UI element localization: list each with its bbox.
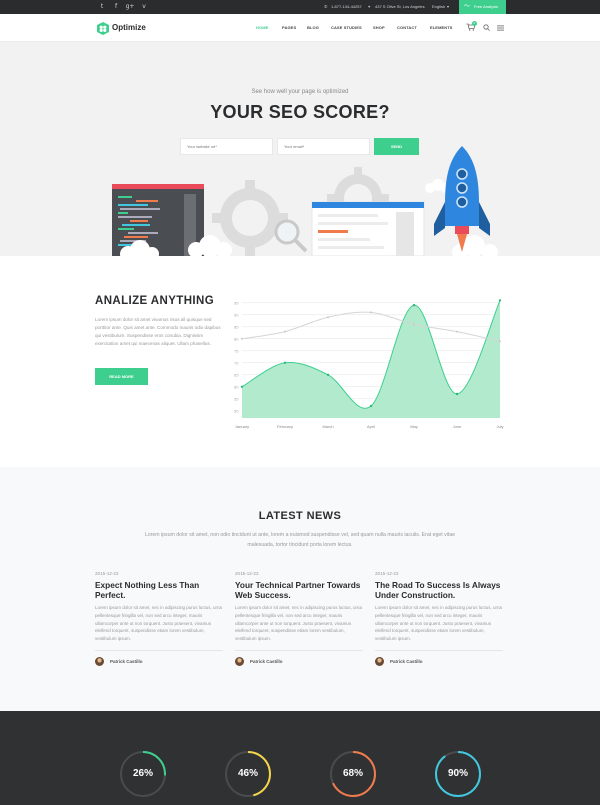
post-excerpt: Lorem ipsum dolor sit amet, nec in adipi… [375, 605, 503, 642]
post-author: Patrick Castillo [95, 657, 223, 667]
stat-value: 90% [447, 768, 468, 779]
y-tick-label: 50 [234, 408, 239, 413]
series-1-point [413, 323, 415, 326]
divider [95, 649, 223, 651]
news-post: 2015-12-22 Your Technical Partner Toward… [235, 571, 363, 667]
twitter-icon[interactable]: t [97, 2, 107, 12]
post-date: 2015-12-22 [95, 571, 119, 576]
series-2-point [498, 299, 502, 302]
author-name[interactable]: Patrick Castillo [110, 659, 143, 664]
series-1-point [284, 330, 286, 333]
post-title[interactable]: The Road To Success Is Always Under Cons… [375, 580, 503, 600]
nav-contact[interactable]: CONTACT [397, 25, 417, 30]
news-intro: Lorem ipsum dolor sit amet, non odio tin… [144, 532, 456, 548]
series-2-point [240, 385, 244, 388]
post-title[interactable]: Your Technical Partner Towards Web Succe… [235, 580, 363, 600]
read-more-button[interactable]: READ MORE [95, 368, 148, 385]
logo-icon[interactable] [96, 22, 110, 35]
nav-blog[interactable]: BLOG [307, 25, 319, 30]
seo-illustration [112, 146, 498, 256]
nav-home[interactable]: HOME [256, 25, 268, 30]
phone-icon: ✆ [324, 4, 328, 9]
divider [235, 649, 363, 651]
series-1-point [370, 311, 372, 314]
analytics-chart: 50 55 60 65 70 75 80 85 90 95 January February Marc… [234, 299, 504, 429]
news-post: 2015-12-22 The Road To Success Is Always… [375, 571, 503, 667]
nav-case-studies[interactable]: CASE STUDIES [331, 25, 362, 30]
avatar [375, 657, 384, 667]
y-tick-label: 55 [234, 396, 239, 401]
facebook-icon[interactable]: f [111, 2, 121, 12]
x-tick-label: April [367, 424, 375, 429]
google-plus-icon[interactable]: g+ [125, 2, 135, 12]
divider [375, 649, 503, 651]
x-tick-label: July [496, 424, 503, 429]
post-author: Patrick Castillo [235, 657, 363, 667]
series-1-point [499, 340, 501, 343]
series-1-point [327, 316, 329, 319]
stat-value: 46% [237, 768, 258, 779]
x-tick-label: May [410, 424, 418, 429]
nav-shop[interactable]: SHOP [373, 25, 385, 30]
series-1-point [456, 330, 458, 333]
author-name[interactable]: Patrick Castillo [390, 659, 423, 664]
stats-section [0, 711, 600, 805]
nav-elements[interactable]: ELEMENTS [430, 25, 453, 30]
x-tick-label: February [277, 424, 293, 429]
news-post: 2015-12-22 Expect Nothing Less Than Perf… [95, 571, 223, 667]
series-2-area [242, 300, 500, 418]
post-excerpt: Lorem ipsum dolor sit amet, nec in adipi… [235, 605, 363, 642]
vimeo-icon[interactable]: v [139, 2, 149, 12]
menu-icon[interactable] [497, 25, 504, 31]
free-analysis-label: Free Analysis [474, 4, 499, 9]
post-date: 2015-12-22 [375, 571, 399, 576]
chart-trend-icon: 〜 [464, 3, 471, 10]
news-title: LATEST NEWS [258, 510, 342, 522]
nav-pages[interactable]: PAGES [282, 25, 296, 30]
avatar [235, 657, 244, 667]
chart-x-axis: January February March April May June July [235, 424, 504, 429]
stat-value: 26% [132, 768, 153, 779]
free-analysis-button[interactable]: 〜 Free Analysis [459, 0, 506, 14]
x-tick-label: June [453, 424, 462, 429]
y-tick-label: 70 [234, 360, 239, 365]
header [0, 14, 600, 42]
address: 437 S Olive St, Los Angeles [375, 4, 425, 9]
top-bar [0, 0, 600, 14]
y-tick-label: 75 [234, 348, 239, 353]
x-tick-label: March [322, 424, 333, 429]
chart-y-axis: 50 55 60 65 70 75 80 85 90 95 [234, 300, 239, 413]
hero-title: YOUR SEO SCORE? [210, 102, 390, 122]
y-tick-label: 60 [234, 384, 239, 389]
post-date: 2015-12-22 [235, 571, 259, 576]
y-tick-label: 90 [234, 312, 239, 317]
series-2-point [412, 304, 416, 307]
analyze-text: Lorem ipsum dolor sit amet vivamus risus… [95, 317, 221, 347]
search-icon[interactable] [483, 24, 490, 31]
author-name[interactable]: Patrick Castillo [250, 659, 283, 664]
post-title[interactable]: Expect Nothing Less Than Perfect. [95, 580, 223, 600]
post-excerpt: Lorem ipsum dolor sit amet, nec in adipi… [95, 605, 223, 642]
series-2-point [283, 361, 287, 364]
avatar [95, 657, 104, 667]
x-tick-label: January [235, 424, 249, 429]
series-2-point [369, 404, 373, 408]
series-2-point [455, 392, 459, 396]
analyze-title: ANALIZE ANYTHING [95, 295, 215, 307]
location-icon: ⌖ [368, 4, 371, 9]
language-select[interactable]: English [432, 0, 445, 14]
y-tick-label: 65 [234, 372, 239, 377]
series-1-point [241, 337, 243, 340]
phone-number: 1-877-134-44257 [331, 4, 362, 9]
y-tick-label: 95 [234, 300, 239, 305]
y-tick-label: 80 [234, 336, 239, 341]
stat-value: 68% [342, 768, 363, 779]
chevron-down-icon[interactable]: ▾ [447, 0, 449, 14]
series-2-point [326, 373, 330, 376]
cart-count-badge: 0 [472, 21, 477, 26]
post-author: Patrick Castillo [375, 657, 503, 667]
logo-text[interactable]: Optimize [112, 23, 146, 32]
hero-subtitle: See how well your page is optimized [251, 89, 349, 95]
y-tick-label: 85 [234, 324, 239, 329]
